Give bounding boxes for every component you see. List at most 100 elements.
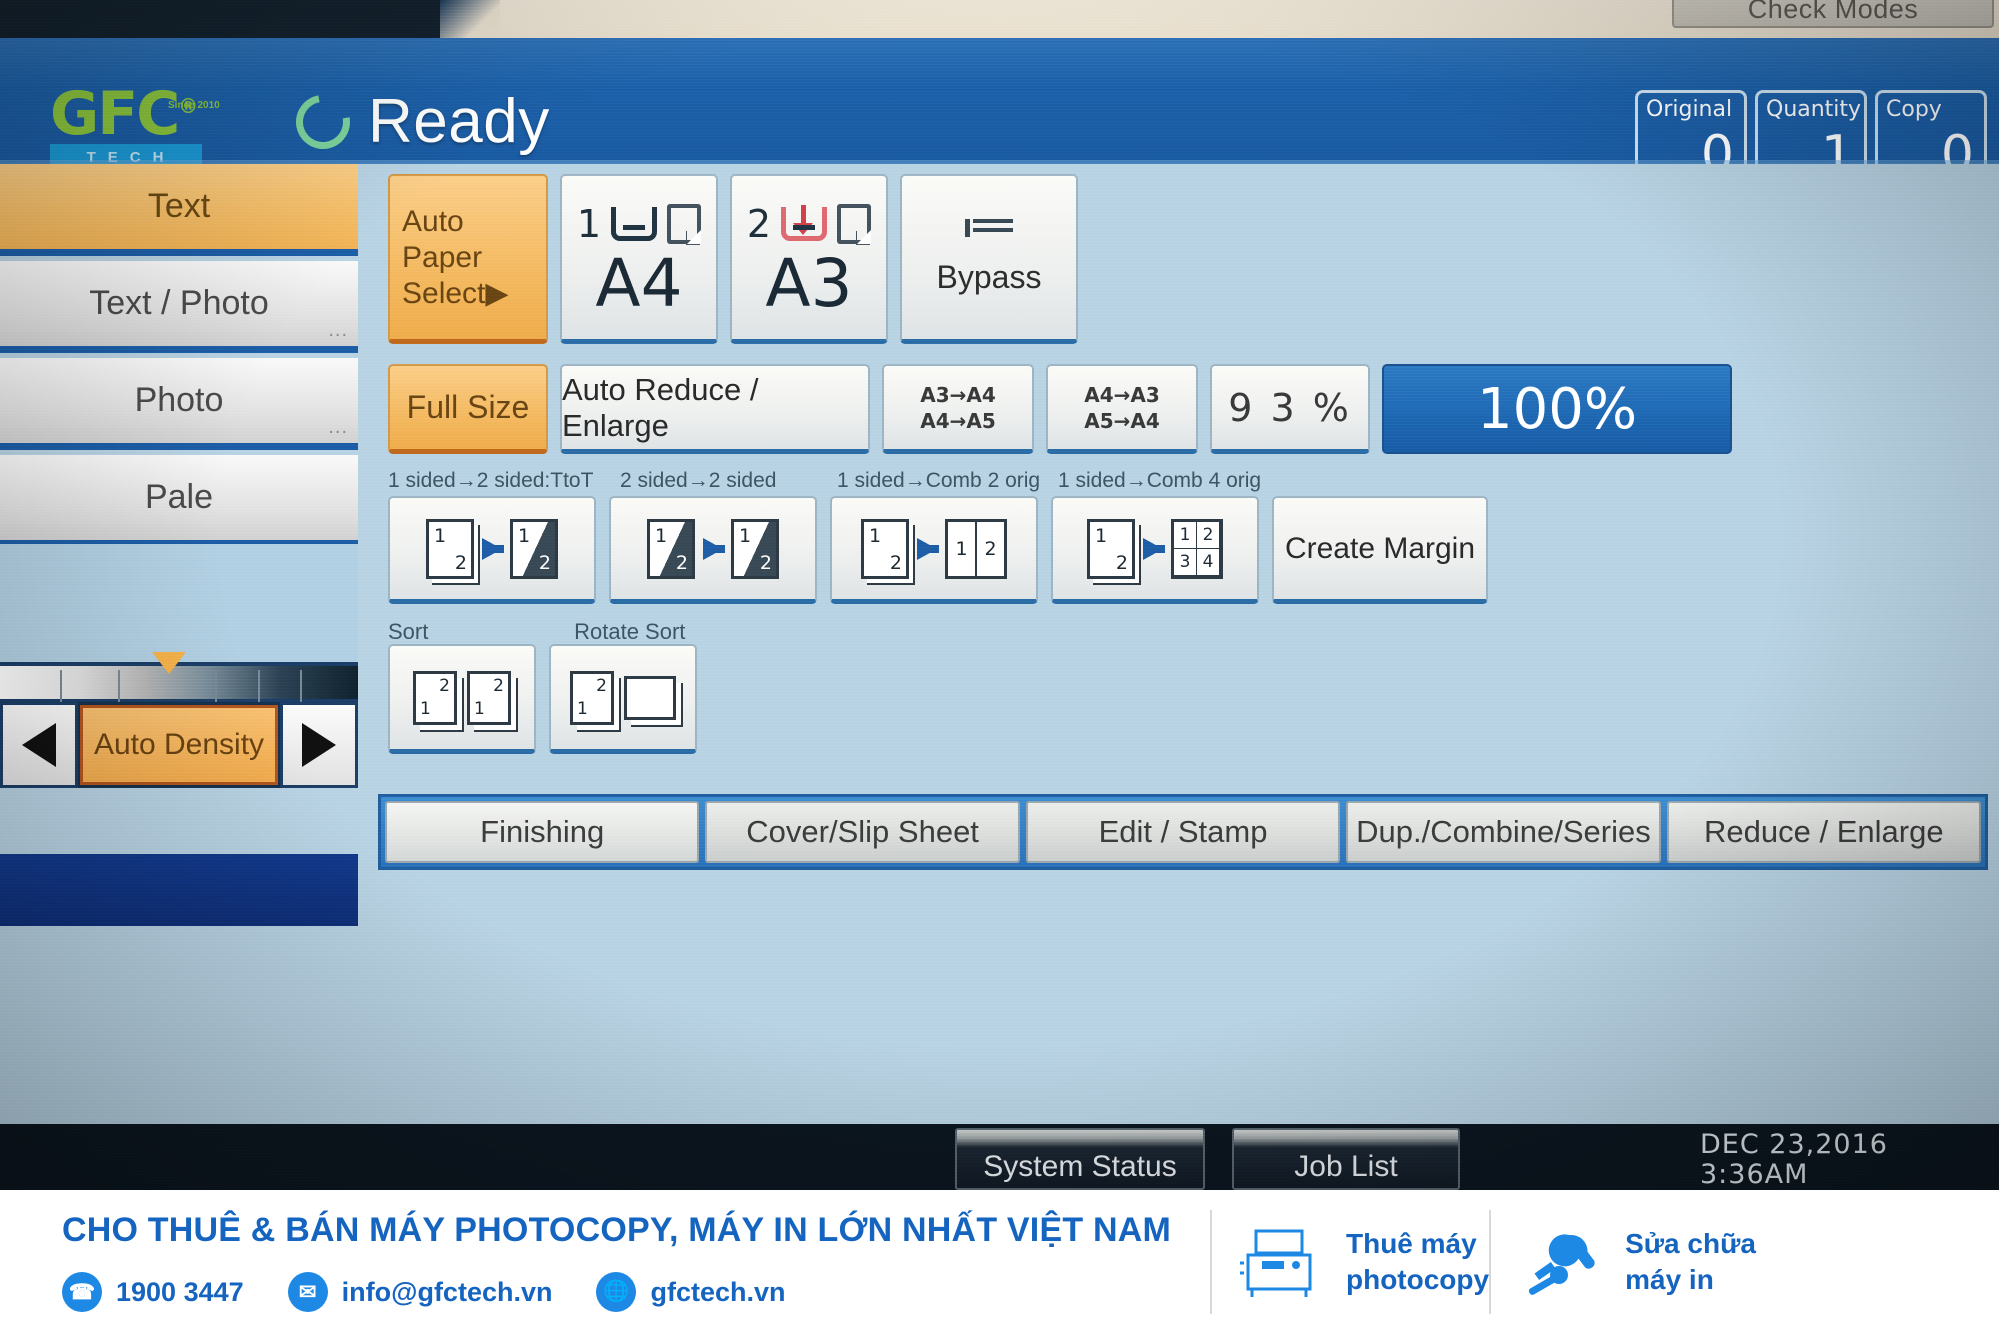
zoom-100-percent-label: 100% [1476, 376, 1638, 442]
system-status-button[interactable]: System Status [955, 1128, 1205, 1190]
function-tab-bar: Finishing Cover/Slip Sheet Edit / Stamp … [378, 794, 1988, 870]
duplex-1to2-ttot-button[interactable]: 1 2 1 2 [388, 496, 596, 604]
combine-2-orig-button[interactable]: 1 2 1 2 [830, 496, 1038, 604]
density-increase-button[interactable] [280, 702, 358, 788]
contact-website[interactable]: 🌐 gfctech.vn [596, 1272, 786, 1312]
auto-density-label: Auto Density [93, 728, 265, 761]
density-decrease-button[interactable] [0, 702, 78, 788]
ratio-preset-1-line2: A4→A5 [920, 408, 996, 433]
sidebar-item-text[interactable]: Text [0, 164, 358, 256]
sidebar-item-photo-more-icon: ... [328, 416, 348, 438]
tray-u-icon [611, 206, 658, 241]
sort-button[interactable]: 1 2 1 2 [388, 644, 536, 754]
rotate-sort-button[interactable]: 1 2 [549, 644, 697, 754]
ratio-preset-a4-a3-button[interactable]: A4→A3 A5→A4 [1046, 364, 1198, 454]
date-text: DEC 23,2016 [1700, 1129, 1888, 1160]
paper-tray-1-number: 1 [576, 201, 602, 246]
duplex-2to2-button[interactable]: 1 2 1 2 [609, 496, 817, 604]
sidebar-item-photo[interactable]: Photo ... [0, 358, 358, 450]
full-size-button[interactable]: Full Size [388, 364, 548, 454]
density-panel: Auto Density [0, 544, 358, 844]
sidebar-item-text-photo[interactable]: Text / Photo ... [0, 261, 358, 353]
tab-cover-slip-sheet-label: Cover/Slip Sheet [746, 814, 979, 849]
zoom-100-percent-button[interactable]: 100% [1382, 364, 1732, 454]
sorted-stack-icon: 1 2 [413, 670, 457, 725]
service-repair-printer-text: Sửa chữa máy in [1625, 1226, 1756, 1298]
promo-footer-left: CHO THUÊ & BÁN MÁY PHOTOCOPY, MÁY IN LỚN… [0, 1211, 1210, 1312]
sidebar-item-text-photo-label: Text / Photo [89, 284, 269, 322]
tab-edit-stamp[interactable]: Edit / Stamp [1025, 801, 1341, 863]
density-tick [300, 670, 302, 702]
tab-edit-stamp-label: Edit / Stamp [1098, 814, 1268, 849]
paper-tray-1-button[interactable]: 1 A4 [560, 174, 718, 344]
rotated-stack-icon [624, 675, 676, 720]
sort-label: Sort [388, 619, 429, 644]
tab-dup-combine-series-label: Dup./Combine/Series [1356, 814, 1651, 849]
counter-quantity-label: Quantity [1766, 97, 1862, 122]
density-tick [60, 670, 62, 702]
zoom-93-percent-button[interactable]: 9 3 % [1210, 364, 1370, 454]
page-duplex-icon: 1 2 [731, 518, 779, 579]
combine-4-orig-button[interactable]: 1 2 1 2 3 4 [1051, 496, 1259, 604]
promo-headline: CHO THUÊ & BÁN MÁY PHOTOCOPY, MÁY IN LỚN… [62, 1211, 1171, 1249]
status-header: GFC® Since 2010 TECH Ready Original 0 Qu… [0, 38, 1999, 186]
reduce-enlarge-row: Full Size Auto Reduce / Enlarge A3→A4 A4… [388, 364, 1732, 454]
paper-tray-2-size: A3 [765, 244, 853, 322]
page-duplex-icon: 1 2 [510, 518, 558, 579]
sidebar-divider-bar [0, 854, 358, 926]
auto-reduce-enlarge-button[interactable]: Auto Reduce / Enlarge [560, 364, 870, 454]
job-list-button[interactable]: Job List [1232, 1128, 1460, 1190]
sidebar: Text Text / Photo ... Photo ... Pale Gen… [0, 164, 362, 1124]
copier-machine-icon [1240, 1229, 1312, 1297]
bypass-tray-button[interactable]: Bypass [900, 174, 1078, 344]
sidebar-item-text-label: Text [147, 187, 211, 225]
paper-tray-1-size: A4 [595, 244, 683, 322]
duplex-combine-row: 1 2 1 2 1 2 1 2 1 2 1 2 1 2 1 2 3 4 Crea… [388, 496, 1488, 604]
arrow-right-icon [302, 723, 336, 767]
tab-cover-slip-sheet[interactable]: Cover/Slip Sheet [705, 801, 1020, 863]
page-icon: 1 2 [861, 518, 909, 579]
tab-finishing[interactable]: Finishing [385, 801, 700, 863]
counter-copy-label: Copy [1886, 97, 1942, 122]
page-combine-4-icon: 1 2 3 4 [1171, 518, 1223, 579]
status-text: Ready [368, 87, 550, 156]
sidebar-item-pale[interactable]: Pale [0, 455, 358, 547]
ratio-preset-2-line1: A4→A3 [1084, 382, 1160, 407]
density-scale[interactable] [0, 652, 358, 702]
copier-control-panel: Check Modes GFC® Since 2010 TECH Ready O… [0, 0, 1999, 1190]
create-margin-button[interactable]: Create Margin [1272, 496, 1488, 604]
page-duplex-icon: 1 2 [647, 518, 695, 579]
sorted-stack-icon: 1 2 [570, 670, 614, 725]
time-text: 3:36AM [1700, 1159, 1809, 1190]
tray-down-arrow-icon [781, 204, 828, 241]
counter-original-label: Original [1646, 97, 1733, 122]
tab-reduce-enlarge[interactable]: Reduce / Enlarge [1666, 801, 1982, 863]
check-modes-button[interactable]: Check Modes [1672, 0, 1994, 28]
service-rent-copier-line2: photocopy [1346, 1263, 1490, 1295]
density-controls: Auto Density [0, 702, 358, 788]
contact-phone-text: 1900 3447 [116, 1276, 244, 1307]
paper-tray-2-button[interactable]: 2 A3 [730, 174, 888, 344]
tab-dup-combine-series[interactable]: Dup./Combine/Series [1346, 801, 1661, 863]
duplex-label-3: 1 sided→Comb 2 orig [837, 469, 1041, 492]
ratio-preset-1-line1: A3→A4 [920, 382, 996, 407]
page-combine-2-icon: 1 2 [945, 518, 1007, 579]
auto-paper-select-button[interactable]: Auto Paper Select▶ [388, 174, 548, 344]
service-rent-copier-line1: Thuê máy [1346, 1227, 1477, 1259]
auto-reduce-enlarge-label: Auto Reduce / Enlarge [562, 371, 759, 443]
arrow-right-icon [703, 537, 725, 560]
service-rent-copier[interactable]: Thuê máy photocopy [1210, 1209, 1490, 1314]
contact-email[interactable]: ✉ info@gfctech.vn [287, 1272, 552, 1312]
logo-brand-text: GFC [50, 79, 180, 149]
service-repair-printer[interactable]: Sửa chữa máy in [1489, 1209, 1756, 1314]
promo-footer: CHO THUÊ & BÁN MÁY PHOTOCOPY, MÁY IN LỚN… [0, 1190, 1999, 1333]
density-tick [215, 670, 217, 702]
ratio-preset-a3-a4-button[interactable]: A3→A4 A4→A5 [882, 364, 1034, 454]
auto-density-button[interactable]: Auto Density [80, 705, 278, 785]
create-margin-label: Create Margin [1284, 531, 1476, 565]
sheet-icon [837, 203, 872, 244]
auto-paper-select-line2: Select [402, 276, 486, 310]
sidebar-item-photo-label: Photo [134, 381, 224, 419]
contact-phone[interactable]: ☎ 1900 3447 [62, 1272, 244, 1312]
rotate-sort-label: Rotate Sort [574, 619, 686, 644]
